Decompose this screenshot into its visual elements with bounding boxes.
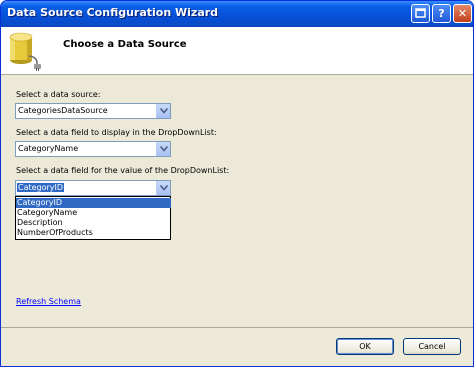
wizard-header: Choose a Data Source	[1, 27, 473, 75]
maximize-icon	[415, 8, 426, 18]
refresh-schema-link[interactable]: Refresh Schema	[16, 297, 81, 306]
maximize-button[interactable]	[411, 4, 430, 23]
value-field-options-list[interactable]: CategoryID CategoryName Description Numb…	[15, 196, 171, 240]
database-icon	[9, 32, 41, 71]
chevron-down-icon	[160, 108, 168, 114]
data-source-dropdown-button[interactable]	[156, 104, 170, 118]
data-source-label: Select a data source:	[16, 90, 101, 99]
option-description[interactable]: Description	[16, 218, 171, 228]
title-bar[interactable]: Data Source Configuration Wizard ? ✕	[1, 1, 473, 27]
chevron-down-icon	[160, 185, 168, 191]
close-button[interactable]: ✕	[453, 4, 472, 23]
data-source-combobox[interactable]: CategoriesDataSource	[15, 103, 171, 119]
option-category-id[interactable]: CategoryID	[16, 198, 171, 208]
value-field-dropdown-button[interactable]	[156, 181, 170, 195]
cancel-button[interactable]: Cancel	[403, 338, 461, 355]
display-field-dropdown-button[interactable]	[156, 142, 170, 156]
option-category-name[interactable]: CategoryName	[16, 208, 171, 218]
page-title: Choose a Data Source	[63, 39, 187, 50]
value-field-label: Select a data field for the value of the…	[16, 166, 230, 175]
wizard-window: Data Source Configuration Wizard ? ✕ Cho…	[0, 0, 474, 367]
ok-button[interactable]: OK	[336, 338, 394, 355]
value-field-combobox[interactable]: CategoryID	[15, 180, 171, 196]
chevron-down-icon	[160, 146, 168, 152]
data-source-value: CategoriesDataSource	[18, 106, 108, 115]
display-field-label: Select a data field to display in the Dr…	[16, 128, 217, 137]
value-field-value: CategoryID	[17, 183, 65, 192]
footer-divider	[1, 327, 473, 328]
help-button[interactable]: ?	[432, 4, 451, 23]
display-field-value: CategoryName	[18, 144, 79, 153]
option-number-of-products[interactable]: NumberOfProducts	[16, 228, 171, 238]
window-title: Data Source Configuration Wizard	[7, 6, 219, 19]
display-field-combobox[interactable]: CategoryName	[15, 141, 171, 157]
